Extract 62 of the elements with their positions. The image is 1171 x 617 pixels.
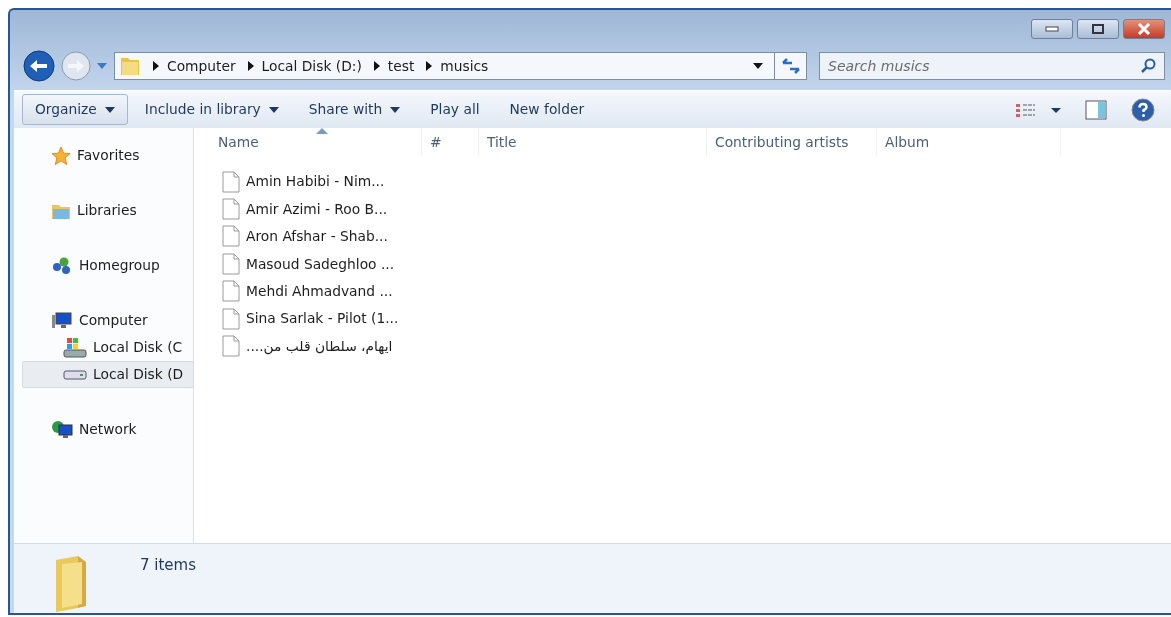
toolbar-button[interactable]: Share with [295,94,414,125]
minimize-button[interactable] [1031,19,1073,39]
column-header[interactable]: Album [877,128,1061,156]
back-button[interactable] [22,49,56,83]
file-name[interactable]: Masoud Sadeghloo ... [246,253,395,275]
chevron-icon [153,61,159,71]
breadcrumb-link[interactable]: musics [440,55,489,77]
minimize-icon [1045,26,1059,32]
file-name[interactable]: Amin Habibi - Nim... [246,171,385,193]
address-bar[interactable]: Computer Local Disk (D:) test musics [114,52,807,80]
close-button[interactable] [1123,19,1165,39]
breadcrumb-link[interactable]: Computer [167,55,236,77]
column-header[interactable]: Name [210,128,422,156]
file-name[interactable]: Amir Azimi - Roo B... [246,198,388,220]
help-icon[interactable] [1131,97,1155,122]
folder-icon [119,55,141,77]
breadcrumb-link[interactable]: test [387,55,415,77]
chevron-icon [426,61,433,71]
breadcrumb-link[interactable]: Local Disk (D:) [261,55,362,77]
file-icon [222,280,240,303]
file-icon [222,307,240,330]
toolbar-button[interactable]: New folder [496,94,598,125]
file-name[interactable]: Aron Afshar - Shab... [246,226,388,247]
chevron-icon [373,61,380,71]
toolbar-button[interactable]: Organize [22,94,128,125]
sidebar-item[interactable]: Local Disk (D [22,361,194,388]
maximize-button[interactable] [1077,19,1119,39]
caret-icon[interactable] [752,62,764,70]
sidebar-item[interactable]: Homegroup [14,252,194,279]
file-name[interactable]: Sina Sarlak - Pilot (1... [246,308,399,329]
search-field[interactable]: Search musics [819,52,1165,80]
file-name[interactable]: ايهام، سلطان قلب من.... [246,335,393,357]
drive-icon [63,368,87,381]
file-name[interactable]: Mehdi Ahmadvand ... [246,280,393,302]
drive-icon [63,336,87,359]
sidebar-item[interactable]: Computer [14,307,194,334]
sort-arrow-icon [315,128,328,134]
file-icon [222,198,240,221]
file-icon [222,252,240,275]
sidebar-item[interactable]: Favorites [14,142,194,169]
file-icon [222,335,240,358]
sidebar-item[interactable]: Network [14,416,194,443]
search-icon [1140,58,1156,74]
column-header[interactable]: # [422,128,479,156]
item-count: 7 items [140,555,196,576]
preview-pane-icon[interactable] [1085,99,1107,120]
computer-icon [51,310,73,331]
sidebar-item[interactable]: Libraries [14,197,194,224]
chevron-icon [247,61,254,71]
star-icon [51,145,71,166]
file-icon [222,225,240,248]
sidebar-item[interactable]: Local Disk (C [14,334,194,361]
close-icon [1137,23,1151,35]
maximize-icon [1092,24,1104,34]
column-header[interactable]: Contributing artists [707,128,877,156]
homegroup-icon [51,255,73,276]
view-options-icon[interactable] [1015,101,1061,118]
toolbar-button[interactable]: Play all [417,94,493,125]
network-icon [51,419,73,440]
toolbar-button[interactable]: Include in library [131,94,292,125]
file-icon [222,170,240,193]
column-header[interactable]: Title [479,128,707,156]
